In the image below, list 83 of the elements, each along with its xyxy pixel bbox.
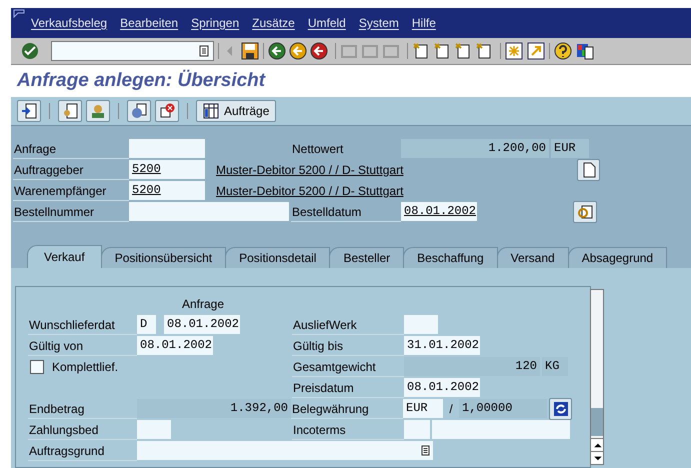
copy-button[interactable] [127, 100, 151, 122]
input-field[interactable]: 08.01.2002 [164, 315, 240, 334]
input-field[interactable]: 08.01.2002 [137, 336, 213, 356]
menu-item[interactable]: System [358, 14, 399, 32]
checkbox-label: Komplettlief. [52, 358, 120, 376]
tab[interactable]: Besteller [329, 247, 404, 268]
refresh-button[interactable] [549, 398, 572, 420]
tab[interactable]: Absagegrund [568, 247, 668, 268]
input-field: 1,00000 [459, 399, 547, 418]
help-icon[interactable] [554, 42, 572, 60]
display-button[interactable] [17, 100, 41, 122]
delete-button[interactable] [155, 100, 179, 122]
menu-item[interactable]: Springen [191, 14, 240, 32]
input-field[interactable] [129, 202, 289, 222]
display-more-button[interactable] [573, 200, 597, 223]
field-label: Nettowert [291, 140, 344, 158]
command-field[interactable] [51, 40, 214, 61]
separator-text: / [448, 400, 454, 418]
menu-item[interactable]: Hilfe [412, 14, 436, 32]
input-field[interactable] [404, 315, 438, 334]
delete-icon [159, 102, 175, 119]
check-icon[interactable] [21, 42, 39, 60]
checkbox[interactable] [30, 360, 44, 374]
menu-item[interactable]: Bearbeiten [120, 14, 178, 32]
customer-link[interactable]: Muster-Debitor 5200 / / D- Stuttgart [216, 160, 404, 179]
input-field[interactable]: EUR [403, 399, 443, 418]
tab[interactable]: Versand [496, 247, 569, 268]
previous-page-icon[interactable] [433, 42, 451, 60]
value-help-icon[interactable] [199, 44, 209, 57]
input-field: 1.392,00 [137, 399, 291, 418]
input-field[interactable] [137, 441, 433, 460]
scrollbar-thumb[interactable] [591, 408, 603, 436]
magnifier-page-icon [577, 204, 593, 220]
orders-button[interactable]: Aufträge [196, 100, 276, 122]
tab[interactable]: Beschaffung [403, 247, 498, 268]
new-session-icon[interactable] [505, 42, 523, 60]
input-field: 120 [404, 357, 540, 376]
exit-icon[interactable] [289, 42, 307, 60]
copy-icon [131, 102, 147, 119]
input-field[interactable] [432, 420, 570, 440]
input-field[interactable]: D [137, 315, 156, 334]
document-button[interactable] [577, 158, 600, 181]
document-icon [582, 162, 596, 178]
save-icon[interactable] [241, 42, 259, 60]
back-icon[interactable] [268, 42, 286, 60]
menu-item[interactable]: Zusätze [252, 14, 295, 32]
input-field: EUR [551, 139, 589, 158]
input-field: 1.200,00 [401, 139, 549, 158]
first-page-icon[interactable] [412, 42, 430, 60]
input-field[interactable]: 5200 [129, 160, 205, 180]
value-help-icon[interactable] [421, 445, 430, 456]
input-field[interactable] [137, 420, 171, 440]
input-field[interactable]: 08.01.2002 [401, 202, 477, 222]
input-field[interactable]: 08.01.2002 [404, 378, 480, 398]
tab[interactable]: Verkauf [27, 245, 102, 268]
shortcut-icon[interactable] [527, 42, 545, 60]
last-page-icon[interactable] [475, 42, 493, 60]
tab[interactable]: Positionsdetail [225, 247, 330, 268]
cancel-icon[interactable] [310, 42, 328, 60]
tab[interactable]: Positionsübersicht [100, 247, 226, 268]
scrollbar[interactable] [590, 289, 604, 466]
next-page-icon[interactable] [454, 42, 472, 60]
column-heading: Anfrage [182, 296, 224, 313]
scroll-down-icon[interactable] [591, 451, 603, 464]
customer-link[interactable]: Muster-Debitor 5200 / / D- Stuttgart [216, 182, 404, 200]
input-field[interactable] [129, 139, 205, 158]
input-field[interactable] [404, 420, 430, 440]
input-field: KG [542, 357, 568, 376]
partner-button[interactable] [86, 100, 110, 122]
layout-menu-icon[interactable] [576, 42, 594, 60]
sap-logo-icon[interactable] [13, 9, 25, 18]
refresh-icon [554, 402, 568, 416]
input-field[interactable]: 5200 [129, 181, 205, 200]
person-icon [90, 102, 106, 119]
menu-item[interactable]: Umfeld [308, 14, 346, 32]
input-field[interactable]: 31.01.2002 [404, 336, 480, 356]
table-icon [203, 102, 219, 119]
header-button[interactable] [58, 100, 82, 122]
scroll-up-icon[interactable] [591, 438, 603, 452]
screen-title: Anfrage anlegen: Übersicht [17, 68, 266, 93]
menu-item[interactable]: Verkaufsbeleg [31, 14, 108, 32]
page-icon [62, 102, 78, 119]
page-arrow-icon [21, 102, 37, 119]
